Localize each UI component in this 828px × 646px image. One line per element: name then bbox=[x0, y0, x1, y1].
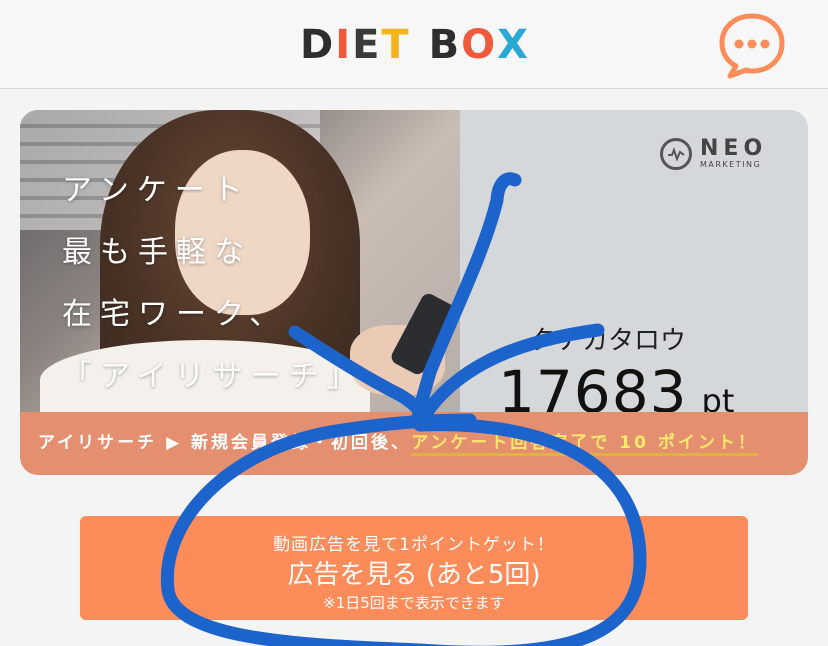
speech-bubble-dots-icon bbox=[719, 13, 785, 79]
watch-ad-note: ※1日5回まで表示できます bbox=[323, 594, 505, 612]
logo-letter: O bbox=[461, 22, 498, 68]
watch-ad-caption: 動画広告を見て1ポイントゲット！ bbox=[273, 535, 555, 555]
neo-marketing-logo: NEO MARKETING bbox=[660, 138, 767, 170]
logo-letter: I bbox=[335, 22, 353, 68]
logo-letter: X bbox=[497, 22, 530, 68]
logo-letter: E bbox=[352, 22, 382, 68]
logo-letter: B bbox=[428, 22, 462, 68]
watch-ad-label: 広告を見る (あと5回) bbox=[287, 560, 541, 590]
neo-title: NEO bbox=[700, 136, 768, 161]
banner-tagline: アンケート 最も手軽な 在宅ワーク、 「アイリサーチ」 bbox=[62, 173, 365, 394]
user-name: タナカタロウ bbox=[530, 326, 687, 356]
chat-button[interactable] bbox=[718, 10, 786, 80]
diet-box-logo: DIET BOX bbox=[300, 20, 530, 70]
banner-promo-strip: アイリサーチ ▶ 新規会員登録・初回後、アンケート回答完了で 10 ポイント！ bbox=[20, 412, 808, 475]
pulse-icon bbox=[660, 138, 692, 170]
logo-letter: T bbox=[381, 22, 411, 68]
logo-letter: D bbox=[300, 22, 336, 68]
watch-ad-button[interactable]: 動画広告を見て1ポイントゲット！ 広告を見る (あと5回) ※1日5回まで表示で… bbox=[80, 516, 748, 620]
promo-highlight: アンケート回答完了で 10 ポイント！ bbox=[411, 433, 758, 456]
promo-text: アイリサーチ ▶ 新規会員登録・初回後、 bbox=[38, 433, 412, 453]
survey-banner[interactable]: アンケート 最も手軽な 在宅ワーク、 「アイリサーチ」 NEO MARKETIN… bbox=[20, 110, 808, 475]
neo-subtitle: MARKETING bbox=[700, 160, 762, 169]
app-header: DIET BOX bbox=[0, 0, 828, 89]
